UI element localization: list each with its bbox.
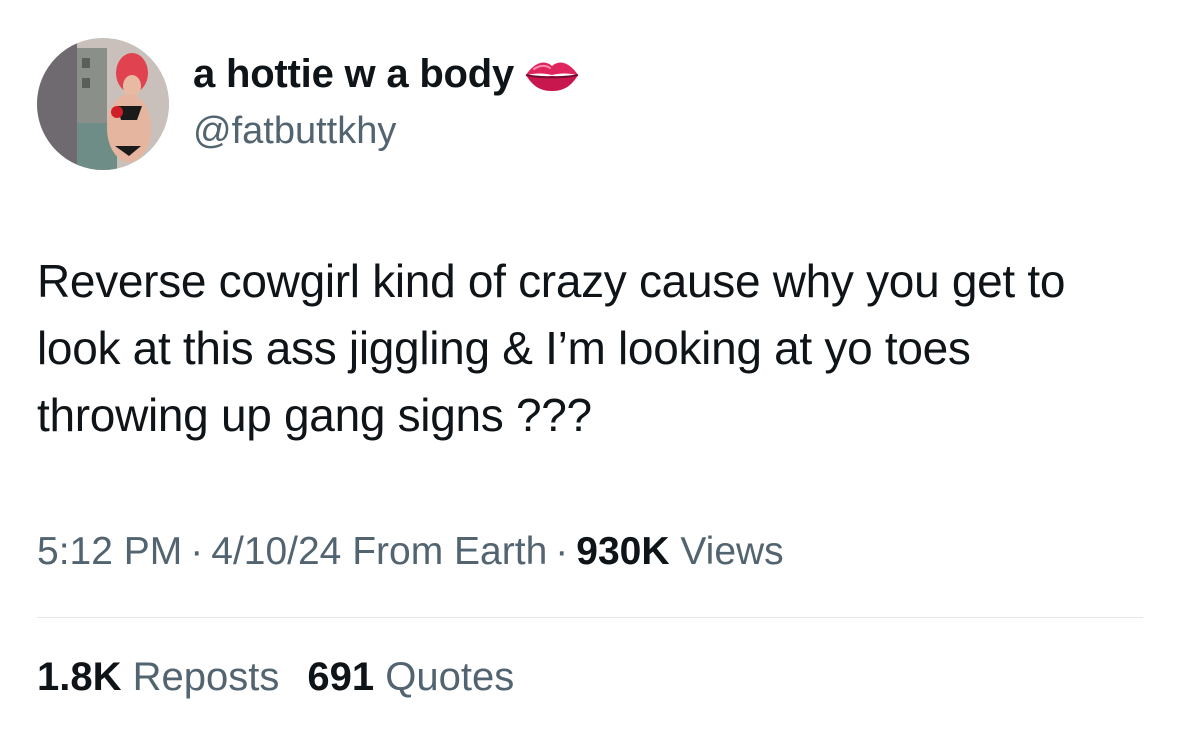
reposts-label: Reposts	[132, 655, 280, 699]
avatar-image	[37, 38, 169, 170]
tweet-stats: 1.8K Reposts 691 Quotes	[37, 655, 514, 700]
reposts-count: 1.8K	[37, 655, 122, 699]
tweet-date[interactable]: 4/10/24	[211, 530, 341, 573]
display-name[interactable]: a hottie w a body	[193, 52, 580, 97]
views-label: Views	[680, 530, 784, 573]
reposts-link[interactable]: 1.8K Reposts	[37, 655, 279, 699]
divider	[37, 617, 1143, 618]
tweet-time[interactable]: 5:12 PM	[37, 530, 182, 573]
quotes-link[interactable]: 691 Quotes	[307, 655, 514, 699]
tweet-meta: 5:12 PM · 4/10/24 From Earth · 930K Views	[37, 530, 784, 574]
tweet-card: a hottie w a body @fatbuttkhy Reverse co…	[0, 0, 1179, 740]
user-handle[interactable]: @fatbuttkhy	[193, 110, 396, 153]
quotes-count: 691	[307, 655, 375, 699]
avatar[interactable]	[37, 38, 169, 170]
tweet-text: Reverse cowgirl kind of crazy cause why …	[37, 255, 1066, 441]
quotes-label: Quotes	[385, 655, 515, 699]
lips-icon	[524, 57, 580, 93]
tweet-source: From Earth	[352, 530, 548, 573]
views-count: 930K	[576, 530, 670, 573]
meta-separator: ·	[190, 530, 204, 573]
meta-separator: ·	[555, 530, 569, 573]
display-name-text: a hottie w a body	[193, 52, 515, 96]
